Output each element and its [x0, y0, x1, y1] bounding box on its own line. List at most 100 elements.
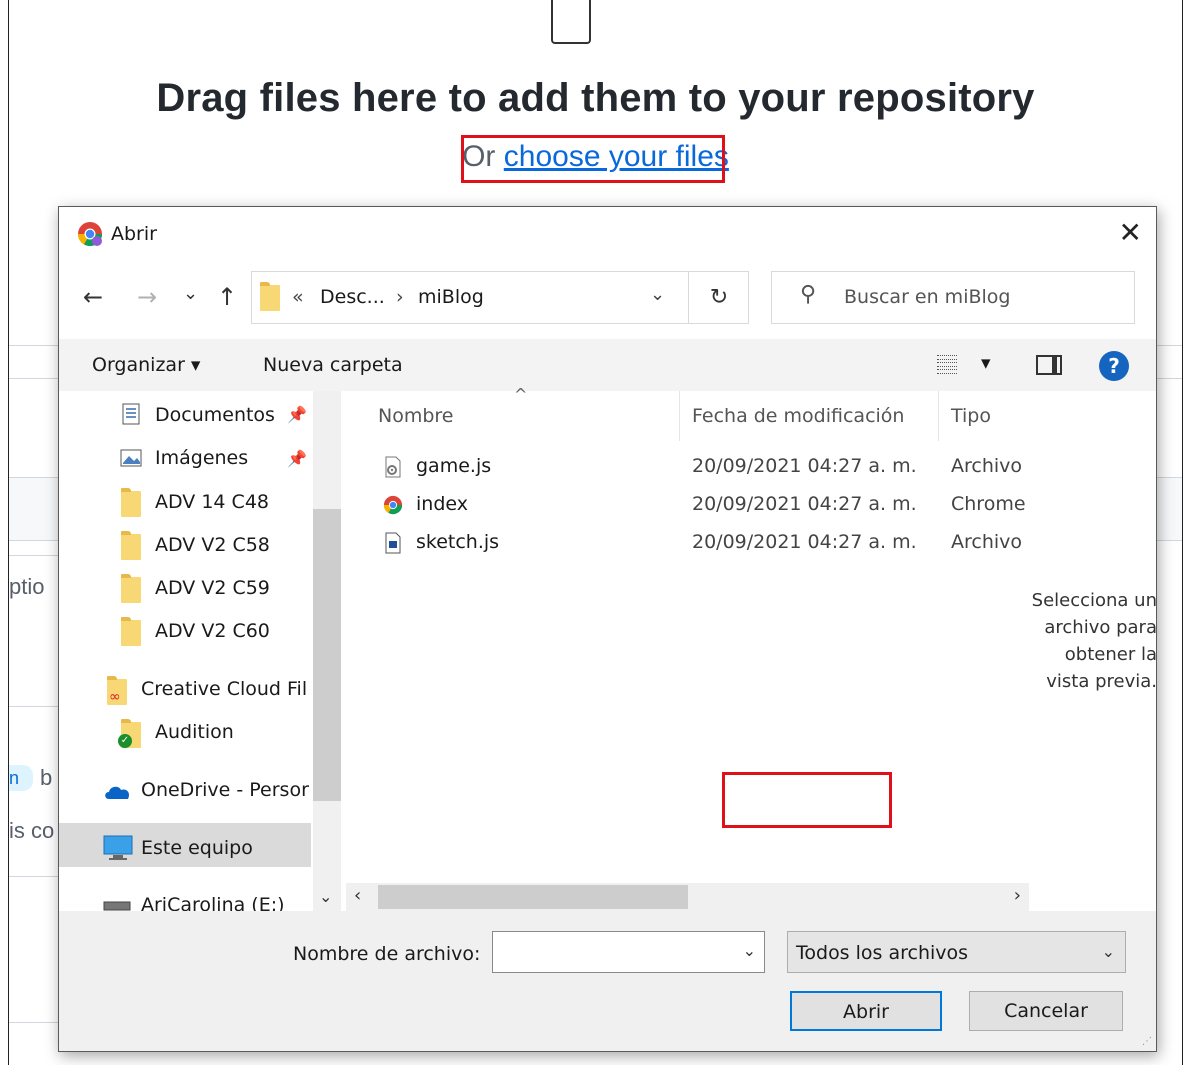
nav-item-este-equipo[interactable]: Este equipo [141, 837, 253, 859]
file-name: sketch.js [416, 531, 500, 553]
nav-item-documentos[interactable]: Documentos [155, 404, 275, 426]
open-button[interactable]: Abrir [790, 991, 942, 1031]
file-date: 20/09/2021 04:27 a. m. [692, 493, 917, 515]
bg-divider [9, 345, 59, 346]
script-file-icon [385, 456, 401, 478]
preview-pane-message: Selecciona un archivo para obtener la vi… [1031, 590, 1157, 692]
preview-pane-icon[interactable] [1036, 355, 1062, 375]
filename-label: Nombre de archivo: [293, 943, 481, 965]
chrome-html-icon [383, 495, 403, 515]
scrollbar-thumb[interactable] [378, 885, 688, 909]
nav-item-imagenes[interactable]: Imágenes [155, 447, 248, 469]
filename-input[interactable]: ⌄ [492, 931, 765, 973]
search-box[interactable]: ⚲ Buscar en miBlog [771, 271, 1135, 324]
computer-icon [103, 835, 133, 860]
creative-cloud-folder-icon: ∞ [107, 676, 127, 705]
recent-locations-icon[interactable]: ⌄ [183, 281, 198, 307]
chevron-down-icon[interactable]: ⌄ [650, 284, 665, 305]
chevron-down-icon: ⌄ [1101, 942, 1115, 961]
folder-icon [121, 531, 141, 560]
highlight-open-button [722, 772, 892, 828]
bg-divider [9, 378, 59, 379]
column-header-name[interactable]: Nombre [378, 405, 454, 427]
up-arrow-icon[interactable]: ↑ [217, 284, 237, 310]
pin-icon: 📌 [287, 405, 307, 424]
scrollbar-thumb[interactable] [313, 509, 341, 801]
documents-icon [122, 403, 140, 425]
resize-grip-icon[interactable]: ⋰ [1142, 1036, 1152, 1047]
folder-icon [121, 488, 141, 517]
file-type: Archivo [951, 531, 1023, 553]
scroll-right-icon[interactable]: › [1014, 885, 1021, 906]
forward-arrow-icon[interactable]: → [137, 284, 157, 310]
close-icon[interactable]: ✕ [1119, 217, 1142, 249]
file-row[interactable]: index 20/09/2021 04:27 a. m. Chrome [346, 487, 1029, 525]
file-name: game.js [416, 455, 492, 477]
audition-folder-icon: ✓ [118, 719, 141, 748]
file-name: index [416, 493, 468, 515]
scroll-down-icon[interactable]: ⌄ [319, 887, 332, 906]
bg-branch-chip: n [9, 765, 33, 791]
folder-icon [260, 282, 280, 311]
file-date: 20/09/2021 04:27 a. m. [692, 531, 917, 553]
onedrive-icon [105, 786, 130, 799]
nav-item-onedrive[interactable]: OneDrive - Persor [141, 779, 309, 801]
organize-menu[interactable]: Organizar ▾ [92, 354, 200, 376]
chevron-down-icon[interactable]: ⌄ [743, 941, 756, 960]
column-header-date[interactable]: Fecha de modificación [692, 405, 904, 427]
nav-item-advv2c60[interactable]: ADV V2 C60 [155, 620, 270, 642]
file-list-scrollbar[interactable]: ‹ › [346, 883, 1029, 911]
nav-item-advv2c59[interactable]: ADV V2 C59 [155, 577, 270, 599]
back-arrow-icon[interactable]: ← [83, 284, 103, 310]
pictures-icon [120, 449, 142, 467]
bg-partial-text: b [40, 765, 53, 790]
drive-icon [103, 901, 131, 911]
address-bar[interactable]: « Desc... › miBlog ⌄ ↻ [251, 271, 749, 324]
file-type-filter[interactable]: Todos los archivos ⌄ [787, 931, 1126, 973]
bg-partial-text: ptio [9, 574, 45, 599]
column-divider[interactable] [679, 391, 680, 441]
refresh-icon[interactable]: ↻ [688, 272, 749, 323]
nav-item-audition[interactable]: Audition [155, 721, 234, 743]
column-header-type[interactable]: Tipo [951, 405, 991, 427]
js-file-icon [385, 532, 401, 554]
drag-files-title: Drag files here to add them to your repo… [156, 76, 1035, 120]
file-row[interactable]: game.js 20/09/2021 04:27 a. m. Archivo [346, 449, 1029, 487]
file-upload-icon [551, 0, 591, 44]
command-bar: Organizar ▾ Nueva carpeta ▾ ? [59, 339, 1156, 391]
file-list: ^ Nombre Fecha de modificación Tipo game… [346, 385, 1029, 911]
file-type: Chrome [951, 493, 1026, 515]
folder-icon [121, 617, 141, 646]
view-caret[interactable]: ▾ [981, 352, 991, 374]
file-type: Archivo [951, 455, 1023, 477]
nav-pane-scrollbar[interactable]: ⌄ [313, 391, 341, 911]
file-date: 20/09/2021 04:27 a. m. [692, 455, 917, 477]
bg-partial-text: is co [9, 818, 55, 843]
search-icon: ⚲ [800, 282, 817, 307]
help-icon[interactable]: ? [1099, 351, 1129, 381]
column-divider[interactable] [938, 391, 939, 441]
view-options-icon[interactable] [937, 353, 957, 375]
nav-item-creative-cloud[interactable]: Creative Cloud Fil [141, 678, 307, 700]
dialog-title: Abrir [111, 223, 157, 245]
file-row[interactable]: sketch.js 20/09/2021 04:27 a. m. Archivo [346, 525, 1029, 563]
bg-divider [1157, 345, 1182, 346]
bg-divider [9, 876, 59, 877]
file-type-filter-value: Todos los archivos [796, 942, 969, 964]
nav-item-advv2c58[interactable]: ADV V2 C58 [155, 534, 270, 556]
highlight-choose-files [461, 135, 725, 183]
breadcrumb-separator: › [396, 286, 404, 308]
search-placeholder: Buscar en miBlog [844, 286, 1011, 308]
breadcrumb-overflow[interactable]: « [292, 286, 304, 308]
cancel-button[interactable]: Cancelar [969, 991, 1123, 1031]
sort-ascending-icon: ^ [514, 385, 528, 404]
breadcrumb-segment[interactable]: Desc... [320, 286, 385, 308]
chrome-app-icon [78, 222, 102, 247]
bg-commit-band [1156, 477, 1182, 541]
nav-item-aricarolina[interactable]: AriCarolina (E:) [141, 894, 285, 911]
scroll-left-icon[interactable]: ‹ [354, 885, 361, 906]
nav-item-adv14c48[interactable]: ADV 14 C48 [155, 491, 269, 513]
dialog-footer: Nombre de archivo: ⌄ Todos los archivos … [59, 911, 1156, 1051]
breadcrumb-segment[interactable]: miBlog [418, 286, 484, 308]
new-folder-button[interactable]: Nueva carpeta [263, 354, 403, 376]
